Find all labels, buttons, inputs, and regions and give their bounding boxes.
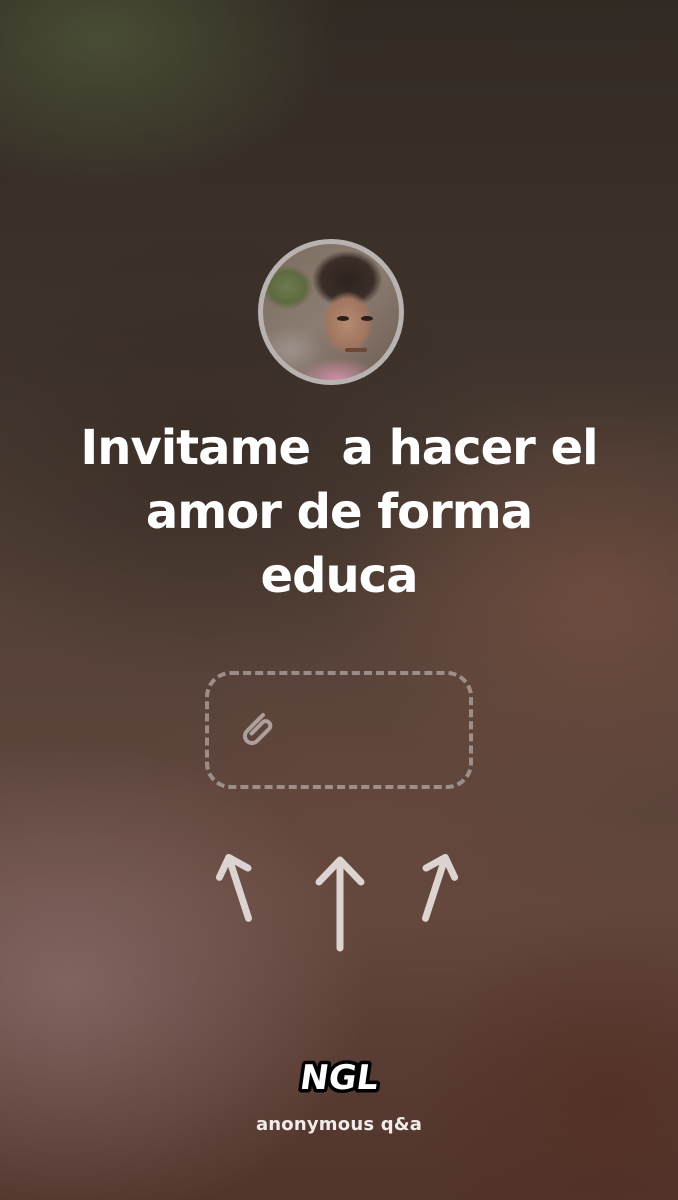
upload-arrows [205, 840, 475, 960]
up-arrow-icon [421, 853, 459, 922]
up-arrow-icon [215, 853, 253, 922]
avatar [258, 239, 404, 385]
avatar-eye-left [337, 316, 349, 321]
tagline: anonymous q&a [255, 1114, 423, 1135]
question-text: Invitame a hacer el amor de forma educa [80, 420, 598, 604]
attachment-dropzone[interactable] [205, 671, 473, 789]
avatar-mouth [345, 348, 367, 352]
paperclip-icon [242, 713, 273, 746]
brand-footer: NGL anonymous q&a [0, 1052, 678, 1135]
avatar-eye-right [361, 316, 373, 321]
logo-text: NGL [298, 1058, 382, 1098]
up-arrow-icon [315, 856, 365, 952]
ngl-logo: NGL [294, 1055, 385, 1102]
